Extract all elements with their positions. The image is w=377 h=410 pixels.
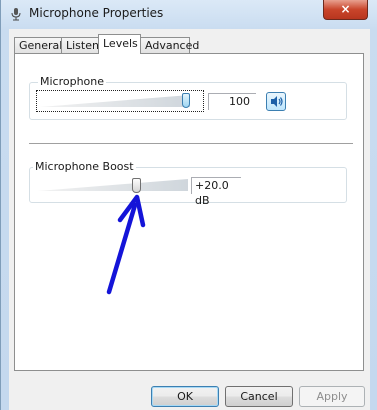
mute-button[interactable] (266, 92, 286, 111)
microphone-slider[interactable] (40, 91, 190, 111)
close-button[interactable]: × (323, 0, 368, 20)
window: Microphone Properties × General Listen L… (0, 0, 377, 410)
apply-button-label: Apply (316, 390, 348, 403)
microphone-label: Microphone (38, 75, 107, 88)
ok-button-label: OK (177, 390, 193, 403)
tab-general[interactable]: General (14, 37, 62, 53)
tab-label: General (19, 39, 63, 52)
tab-levels[interactable]: Levels (98, 34, 141, 54)
microphone-slider-thumb[interactable] (182, 93, 190, 108)
dialog-client: General Listen Levels Advanced Microphon… (9, 29, 370, 410)
slider-track-fill (40, 95, 190, 107)
tab-label: Advanced (145, 39, 200, 52)
window-title: Microphone Properties (29, 6, 164, 20)
microphone-boost-slider[interactable] (38, 175, 188, 195)
close-icon: × (340, 2, 351, 16)
cancel-button[interactable]: Cancel (225, 386, 293, 407)
apply-button[interactable]: Apply (299, 386, 365, 407)
levels-tab-page: Microphone 100 Microphone Boost +20.0 dB (14, 53, 364, 371)
microphone-boost-label: Microphone Boost (33, 160, 136, 173)
microphone-boost-group: Microphone Boost +20.0 dB (29, 160, 347, 207)
tab-listen[interactable]: Listen (61, 37, 101, 53)
slider-track-fill (38, 179, 188, 191)
microphone-icon (11, 8, 21, 21)
microphone-group: Microphone 100 (29, 75, 347, 120)
microphone-boost-value[interactable]: +20.0 dB (191, 177, 241, 207)
tab-label: Levels (103, 37, 138, 50)
ok-button[interactable]: OK (151, 386, 219, 407)
speaker-icon (271, 96, 283, 107)
tab-label: Listen (66, 39, 99, 52)
tab-advanced[interactable]: Advanced (140, 37, 199, 53)
microphone-boost-slider-thumb[interactable] (132, 178, 141, 193)
title-bar[interactable]: Microphone Properties × (1, 0, 377, 28)
section-divider (29, 143, 353, 145)
cancel-button-label: Cancel (240, 390, 278, 403)
microphone-level-value[interactable]: 100 (208, 93, 256, 110)
